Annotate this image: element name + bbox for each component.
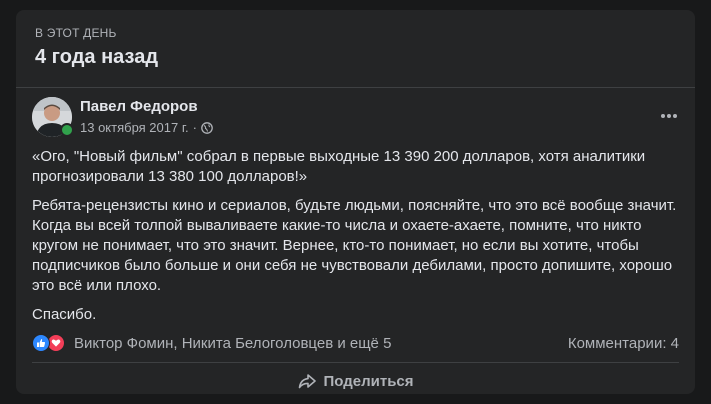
more-horizontal-icon xyxy=(661,114,677,118)
reactors-list[interactable]: Виктор Фомин, Никита Белоголовцев и ещё … xyxy=(74,335,391,352)
post-date[interactable]: 13 октября 2017 г. xyxy=(80,120,189,135)
comments-count[interactable]: Комментарии: 4 xyxy=(568,335,679,352)
share-button[interactable]: Поделиться xyxy=(32,366,679,394)
share-icon xyxy=(297,371,317,391)
post-meta: 13 октября 2017 г. · xyxy=(80,120,213,135)
memory-card: В ЭТОТ ДЕНЬ 4 года назад Павел Федоров 1… xyxy=(16,10,695,394)
post-paragraph: Спасибо. xyxy=(32,306,97,323)
reactions-row: Виктор Фомин, Никита Белоголовцев и ещё … xyxy=(32,333,679,353)
memory-title: 4 года назад xyxy=(35,46,159,68)
post-body: «Ого, "Новый фильм" собрал в первые выхо… xyxy=(32,147,682,334)
reaction-icons[interactable] xyxy=(32,334,68,352)
share-label: Поделиться xyxy=(323,372,414,390)
header-divider xyxy=(16,87,695,88)
memory-label: В ЭТОТ ДЕНЬ xyxy=(35,26,117,40)
online-status-dot xyxy=(60,123,74,137)
more-options-button[interactable] xyxy=(657,104,681,128)
globe-icon xyxy=(201,121,213,134)
actions-divider xyxy=(32,362,679,363)
post-paragraph: «Ого, "Новый фильм" собрал в первые выхо… xyxy=(32,148,646,185)
meta-separator: · xyxy=(192,120,197,135)
author-avatar-wrap[interactable] xyxy=(32,97,74,137)
like-icon xyxy=(32,334,50,352)
post-paragraph: Ребята-рецензисты кино и сериалов, будьт… xyxy=(32,197,677,294)
author-name[interactable]: Павел Федоров xyxy=(80,98,198,115)
